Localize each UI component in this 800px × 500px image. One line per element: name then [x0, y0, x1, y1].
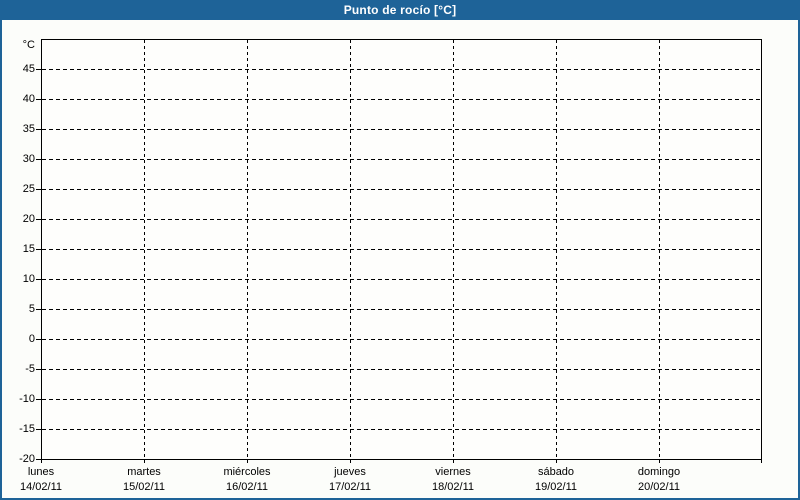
y-tick-label: 40	[22, 93, 35, 105]
y-axis-unit-label: °C	[22, 39, 35, 51]
gridline-horizontal	[42, 159, 761, 160]
x-date-label: 16/02/11	[225, 481, 268, 493]
y-axis-tick	[36, 429, 41, 430]
x-axis-label: domingo 20/02/11	[608, 465, 710, 495]
plot-area	[41, 39, 762, 460]
y-axis-tick	[36, 129, 41, 130]
gridline-horizontal	[42, 189, 761, 190]
x-day-label: miércoles	[223, 466, 271, 478]
gridline-horizontal	[42, 219, 761, 220]
y-axis-tick	[36, 279, 41, 280]
x-axis-tick	[247, 460, 248, 463]
x-day-label: sábado	[537, 466, 575, 478]
chart-window: Punto de rocío [°C] °C 45 40 35 30 25 20 15 10 5…	[0, 0, 800, 500]
gridline-vertical	[247, 40, 248, 459]
y-axis-tick	[36, 309, 41, 310]
x-axis-label: martes 15/02/11	[93, 465, 195, 495]
x-day-label: jueves	[334, 466, 366, 478]
chart-layer: °C 45 40 35 30 25 20 15 10 5 0 -5 -10 -15 -20 lunes 14/…	[0, 0, 800, 500]
y-tick-label: 20	[22, 213, 35, 225]
gridline-vertical	[350, 40, 351, 459]
x-date-label: 17/02/11	[328, 481, 371, 493]
gridline-vertical	[659, 40, 660, 459]
gridline-horizontal	[42, 99, 761, 100]
y-tick-label: 35	[22, 123, 35, 135]
y-tick-label: -20	[19, 453, 35, 465]
x-axis-tick	[41, 460, 42, 463]
x-axis-tick	[453, 460, 454, 463]
y-tick-label: 0	[28, 333, 35, 345]
gridline-horizontal	[42, 249, 761, 250]
y-tick-label: -10	[19, 393, 35, 405]
x-date-label: 14/02/11	[19, 481, 62, 493]
gridline-horizontal	[42, 399, 761, 400]
y-axis-tick	[36, 189, 41, 190]
x-date-label: 18/02/11	[431, 481, 474, 493]
y-tick-label: 15	[22, 243, 35, 255]
gridline-horizontal	[42, 309, 761, 310]
y-tick-label: 45	[22, 63, 35, 75]
gridline-horizontal	[42, 279, 761, 280]
y-tick-label: -15	[19, 423, 35, 435]
x-axis-label: jueves 17/02/11	[299, 465, 401, 495]
x-date-label: 19/02/11	[534, 481, 577, 493]
y-tick-label: 25	[22, 183, 35, 195]
x-day-label: viernes	[435, 466, 471, 478]
x-axis-tick	[144, 460, 145, 463]
gridline-horizontal	[42, 429, 761, 430]
gridline-vertical	[556, 40, 557, 459]
y-axis-tick	[36, 249, 41, 250]
gridline-vertical	[453, 40, 454, 459]
y-tick-label: -5	[25, 363, 35, 375]
x-axis-label: lunes 14/02/11	[0, 465, 92, 495]
y-axis-tick	[36, 399, 41, 400]
gridline-horizontal	[42, 339, 761, 340]
y-tick-label: 10	[22, 273, 35, 285]
x-axis-tick	[350, 460, 351, 463]
y-tick-label: 30	[22, 153, 35, 165]
x-date-label: 15/02/11	[122, 481, 165, 493]
gridline-vertical	[144, 40, 145, 459]
x-axis-tick	[761, 460, 762, 463]
x-axis-label: miércoles 16/02/11	[196, 465, 298, 495]
y-axis-tick	[36, 339, 41, 340]
x-day-label: domingo	[637, 466, 681, 478]
x-axis-tick	[556, 460, 557, 463]
x-axis-label: sábado 19/02/11	[505, 465, 607, 495]
y-axis-tick	[36, 219, 41, 220]
x-day-label: martes	[127, 466, 161, 478]
gridline-horizontal	[42, 369, 761, 370]
y-axis-tick	[36, 69, 41, 70]
y-axis-tick	[36, 159, 41, 160]
x-date-label: 20/02/11	[637, 481, 680, 493]
gridline-horizontal	[42, 69, 761, 70]
x-axis-tick	[659, 460, 660, 463]
y-axis-tick	[36, 369, 41, 370]
x-axis-label: viernes 18/02/11	[402, 465, 504, 495]
y-tick-label: 5	[28, 303, 35, 315]
x-day-label: lunes	[27, 466, 55, 478]
gridline-horizontal	[42, 129, 761, 130]
y-axis-tick	[36, 99, 41, 100]
